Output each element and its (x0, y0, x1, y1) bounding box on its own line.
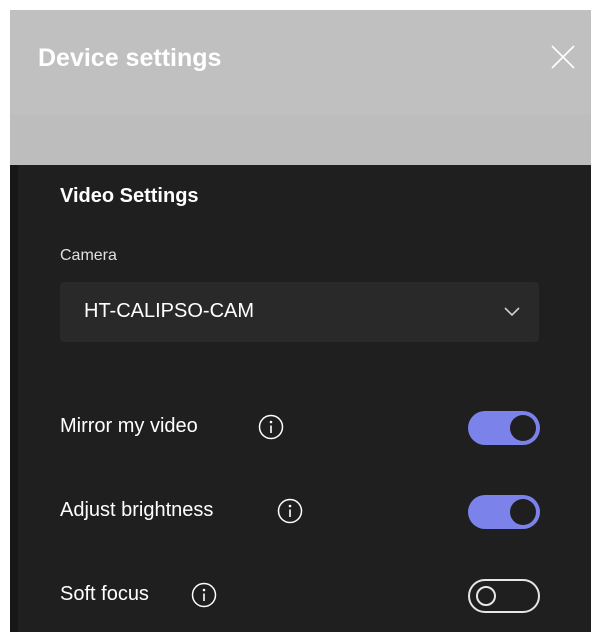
panel-edge (10, 165, 18, 632)
toggle-knob (510, 499, 536, 525)
header-band (10, 114, 591, 165)
section-title: Video Settings (60, 185, 199, 207)
close-icon[interactable] (550, 44, 576, 70)
info-icon[interactable] (277, 498, 303, 524)
adjust-brightness-label: Adjust brightness (60, 499, 214, 521)
chevron-down-icon (504, 307, 520, 317)
toggle-knob (510, 415, 536, 441)
info-icon[interactable] (258, 414, 284, 440)
adjust-brightness-row: Adjust brightness (60, 491, 540, 531)
mirror-video-row: Mirror my video (60, 407, 540, 447)
toggle-knob (476, 586, 496, 606)
soft-focus-toggle[interactable] (468, 579, 540, 613)
camera-label: Camera (60, 247, 117, 264)
mirror-video-label: Mirror my video (60, 415, 198, 437)
mirror-video-toggle[interactable] (468, 411, 540, 445)
dialog-header: Device settings (10, 10, 591, 114)
dialog-title: Device settings (38, 44, 222, 72)
soft-focus-row: Soft focus (60, 575, 540, 615)
video-settings-panel: Video Settings Camera HT-CALIPSO-CAM Mir… (10, 165, 591, 632)
soft-focus-label: Soft focus (60, 583, 149, 605)
device-settings-page: Device settings Video Settings Camera HT… (0, 0, 602, 632)
adjust-brightness-toggle[interactable] (468, 495, 540, 529)
camera-selected-value: HT-CALIPSO-CAM (84, 300, 255, 322)
info-icon[interactable] (191, 582, 217, 608)
camera-dropdown[interactable]: HT-CALIPSO-CAM (60, 282, 539, 342)
